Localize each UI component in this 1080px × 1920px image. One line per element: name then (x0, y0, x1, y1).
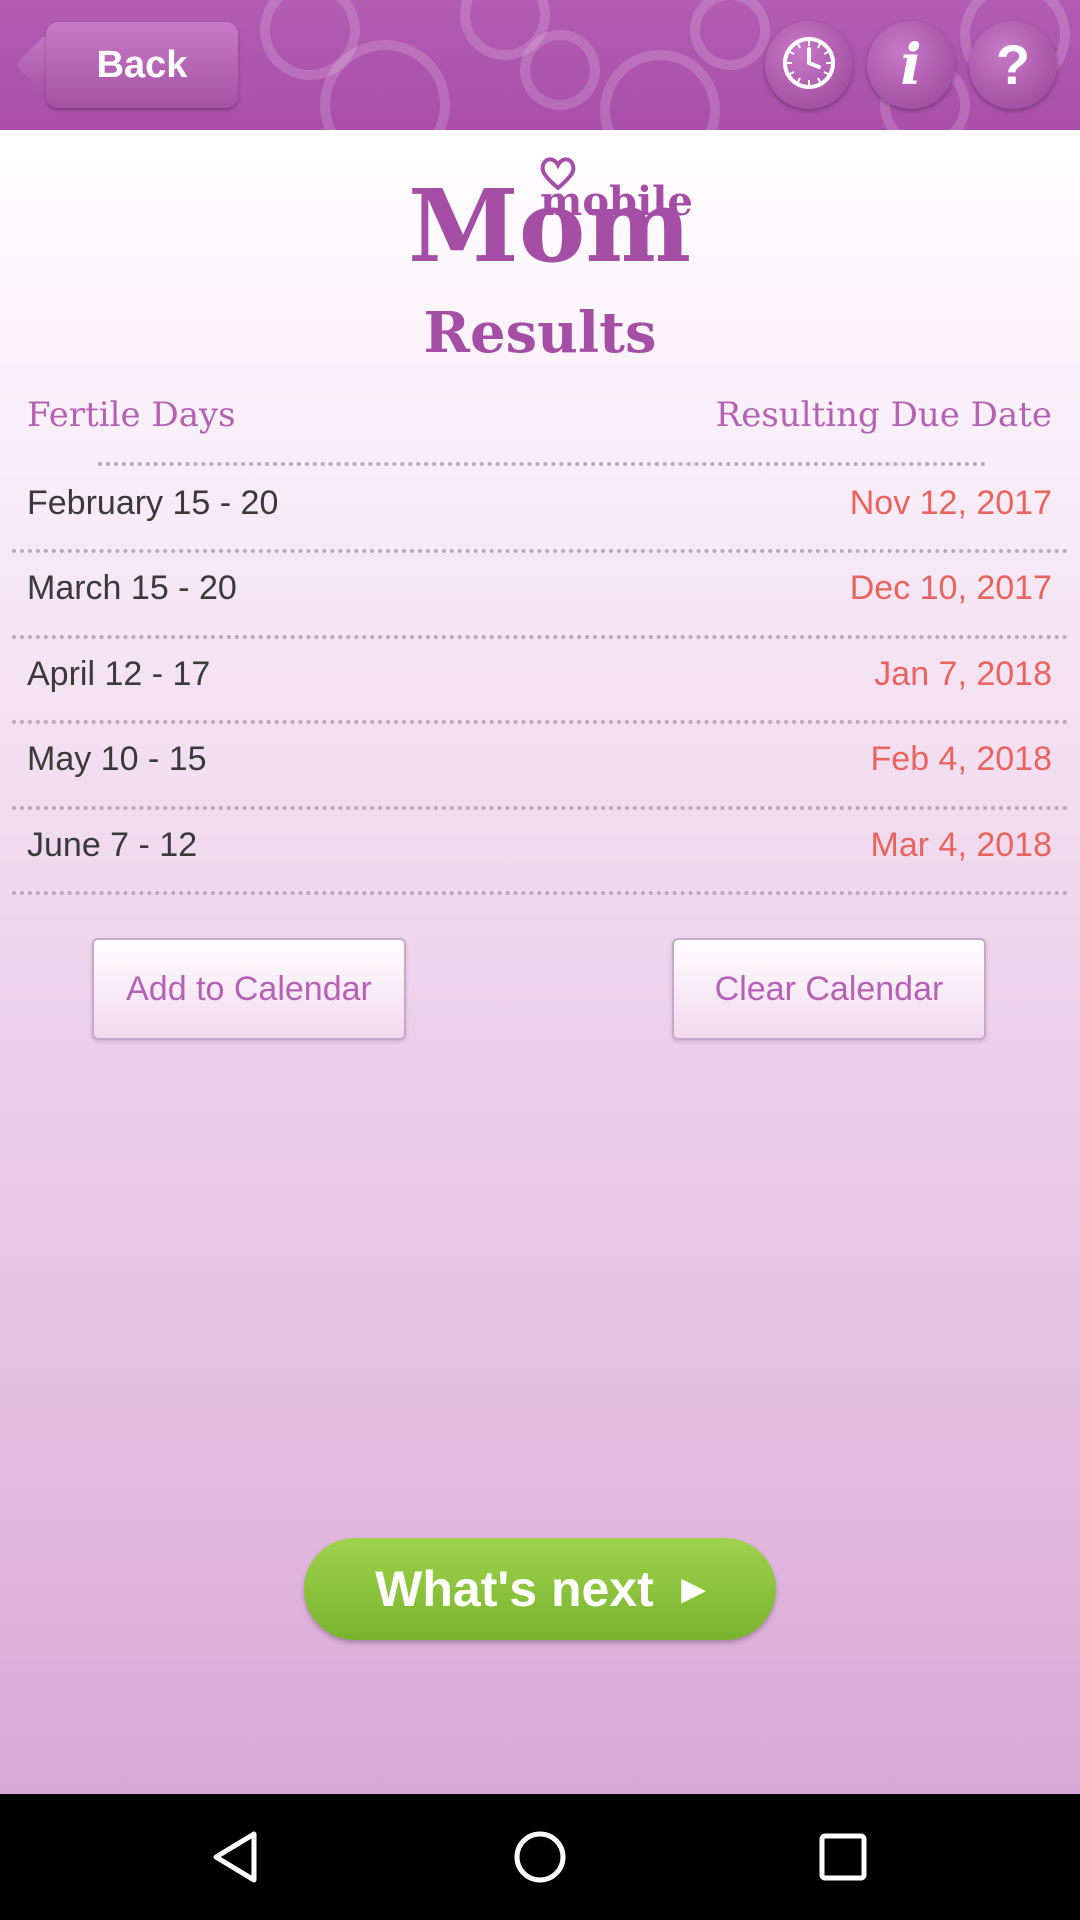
clock-icon (781, 35, 837, 96)
decorative-ring (600, 50, 720, 130)
whats-next-label: What's next (375, 1561, 654, 1617)
due-date-cell: Feb 4, 2018 (870, 740, 1052, 778)
divider (12, 891, 1068, 895)
nav-back-button[interactable] (200, 1822, 270, 1892)
back-button-label: Back (96, 43, 188, 86)
fertile-days-cell: May 10 - 15 (27, 740, 207, 778)
due-date-header: Resulting Due Date (715, 395, 1052, 435)
nav-recents-button[interactable] (808, 1822, 878, 1892)
clear-calendar-label: Clear Calendar (714, 969, 944, 1008)
app-logo: mobile Mom (0, 150, 1080, 280)
due-date-cell: Mar 4, 2018 (870, 826, 1052, 864)
divider (12, 720, 1068, 724)
whats-next-button[interactable]: What's next ▶ (304, 1538, 776, 1640)
logo-large-text: Mom (408, 167, 692, 285)
due-date-cell: Dec 10, 2017 (849, 569, 1052, 607)
divider (98, 462, 986, 466)
due-date-cell: Nov 12, 2017 (849, 484, 1052, 522)
fertile-days-cell: February 15 - 20 (27, 484, 279, 522)
nav-home-button[interactable] (505, 1822, 575, 1892)
top-bar: Back i ? (0, 0, 1080, 130)
add-to-calendar-label: Add to Calendar (126, 969, 372, 1008)
fertile-days-cell: March 15 - 20 (27, 569, 237, 607)
help-button[interactable]: ? (969, 21, 1057, 109)
fertile-days-header: Fertile Days (27, 395, 236, 435)
back-button[interactable]: Back (46, 22, 238, 108)
clear-calendar-button[interactable]: Clear Calendar (672, 938, 986, 1040)
due-date-cell: Jan 7, 2018 (874, 655, 1052, 693)
system-navigation-bar (0, 1794, 1080, 1920)
divider (12, 549, 1068, 553)
info-icon: i (900, 32, 922, 98)
play-arrow-icon: ▶ (681, 1572, 705, 1606)
fertile-days-cell: June 7 - 12 (27, 826, 198, 864)
triangle-back-icon (213, 1831, 257, 1883)
divider (12, 635, 1068, 639)
square-recents-icon (819, 1833, 867, 1881)
info-button[interactable]: i (867, 21, 955, 109)
decorative-ring (690, 0, 770, 70)
history-button[interactable] (765, 21, 853, 109)
circle-home-icon (514, 1831, 566, 1883)
decorative-ring (520, 30, 600, 110)
page-title: Results (423, 300, 657, 366)
fertile-days-cell: April 12 - 17 (27, 655, 211, 693)
divider (12, 806, 1068, 810)
help-icon: ? (995, 33, 1031, 96)
add-to-calendar-button[interactable]: Add to Calendar (92, 938, 406, 1040)
